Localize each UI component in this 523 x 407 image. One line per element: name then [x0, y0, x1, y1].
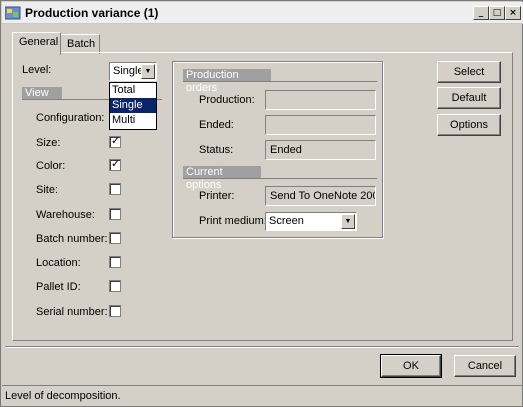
status-field[interactable]: Ended	[265, 140, 376, 160]
batch-number-checkbox[interactable]	[109, 232, 121, 244]
color-checkbox[interactable]: ✓	[109, 157, 121, 171]
minimize-icon: _	[478, 8, 484, 18]
ended-label: Ended:	[199, 119, 234, 131]
maximize-button[interactable]: □	[489, 6, 505, 20]
ok-button[interactable]: OK	[380, 354, 442, 378]
status-label: Status:	[199, 144, 234, 156]
dialog-window: Production variance (1) _ □ × General Ba…	[0, 0, 523, 407]
level-value: Single	[113, 65, 144, 77]
chevron-down-icon: ▼	[144, 68, 152, 75]
print-medium-select[interactable]: Screen ▼	[265, 212, 357, 231]
checkmark-icon: ✓	[111, 157, 121, 170]
level-option-multi[interactable]: Multi	[110, 113, 156, 128]
title-bar[interactable]: Production variance (1) _ □ ×	[2, 2, 523, 24]
checkmark-icon: ✓	[111, 134, 121, 147]
printer-field[interactable]: Send To OneNote 200	[265, 186, 376, 206]
size-checkbox[interactable]: ✓	[109, 134, 121, 148]
production-orders-divider	[183, 81, 377, 82]
current-options-divider	[183, 178, 377, 179]
select-button[interactable]: Select	[437, 61, 501, 83]
print-medium-dropdown-button[interactable]: ▼	[341, 214, 355, 229]
production-field[interactable]	[265, 90, 376, 110]
print-medium-label: Print medium:	[199, 215, 267, 227]
level-dropdown-list: Total Single Multi	[109, 82, 157, 130]
location-label: Location:	[36, 257, 81, 269]
site-label: Site:	[36, 184, 59, 196]
serial-number-label: Serial number:	[36, 306, 108, 318]
tab-general-label: General	[19, 36, 59, 48]
level-label: Level:	[22, 64, 52, 76]
window-title: Production variance (1)	[25, 6, 159, 20]
close-icon: ×	[509, 8, 517, 18]
serial-number-checkbox[interactable]	[109, 305, 121, 317]
tab-batch-label: Batch	[67, 38, 96, 50]
site-checkbox[interactable]	[109, 183, 121, 195]
footer-separator	[5, 346, 519, 348]
color-label: Color:	[36, 160, 66, 172]
batch-number-label: Batch number:	[36, 233, 108, 245]
options-button[interactable]: Options	[437, 114, 501, 136]
configuration-label: Configuration:	[36, 112, 105, 124]
printer-label: Printer:	[199, 190, 235, 202]
tab-general[interactable]: General	[12, 32, 61, 55]
level-option-total[interactable]: Total	[110, 83, 156, 98]
warehouse-label: Warehouse:	[36, 209, 95, 221]
level-option-single[interactable]: Single	[110, 98, 156, 113]
pallet-id-checkbox[interactable]	[109, 280, 121, 292]
location-checkbox[interactable]	[109, 256, 121, 268]
minimize-button[interactable]: _	[473, 6, 489, 20]
pallet-id-label: Pallet ID:	[36, 281, 81, 293]
close-button[interactable]: ×	[505, 6, 521, 20]
level-dropdown-button[interactable]: ▼	[141, 64, 155, 79]
tab-batch[interactable]: Batch	[60, 34, 100, 54]
maximize-icon: □	[492, 8, 502, 18]
status-bar: Level of decomposition.	[2, 385, 523, 406]
production-label: Production:	[199, 94, 255, 106]
status-text: Level of decomposition.	[5, 390, 121, 402]
app-icon	[5, 6, 21, 20]
warehouse-checkbox[interactable]	[109, 208, 121, 220]
print-medium-value: Screen	[269, 215, 304, 227]
default-button[interactable]: Default	[437, 87, 501, 109]
chevron-down-icon: ▼	[344, 218, 352, 225]
cancel-button[interactable]: Cancel	[454, 355, 516, 377]
level-select[interactable]: Single ▼	[109, 62, 157, 81]
ended-field[interactable]	[265, 115, 376, 135]
size-label: Size:	[36, 137, 61, 149]
